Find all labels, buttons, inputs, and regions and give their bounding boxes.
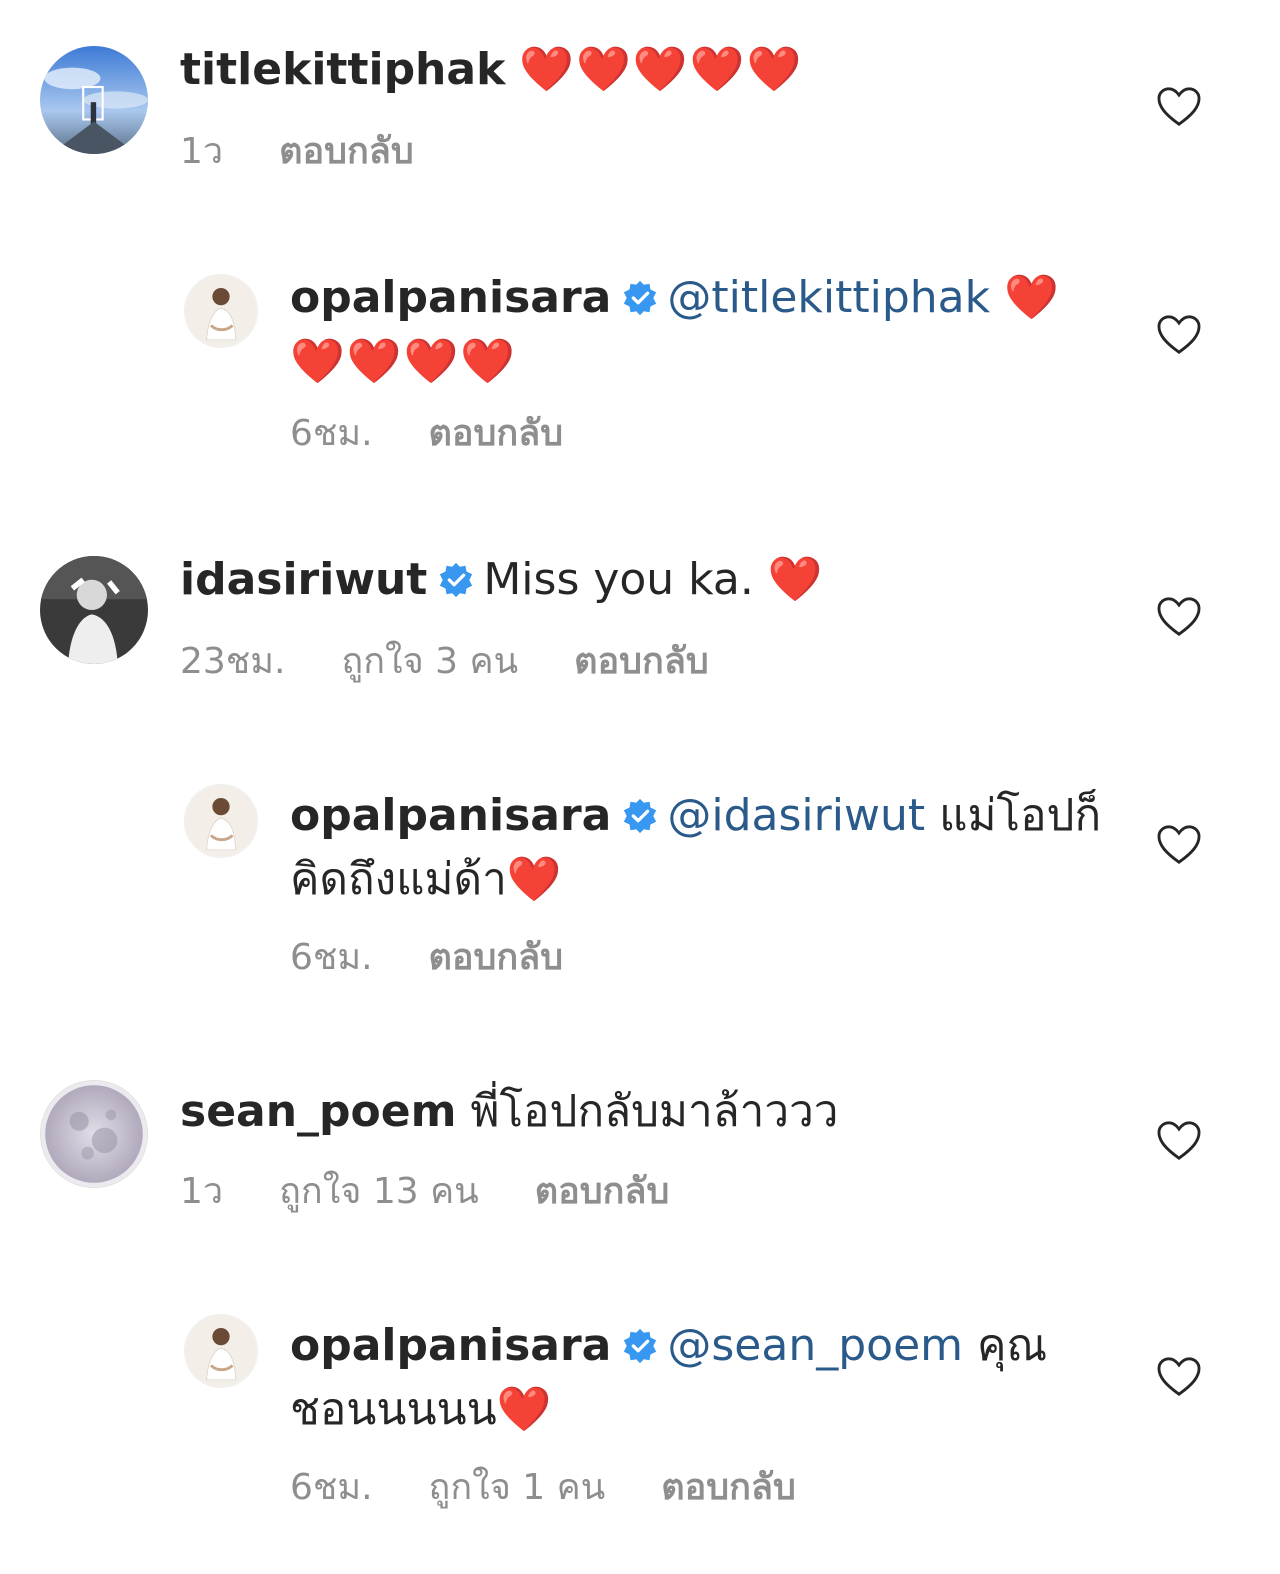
comment-time: 6ชม.	[290, 1467, 373, 1508]
verified-badge-icon	[621, 1327, 659, 1365]
likes-count[interactable]: ถูกใจ 1 คน	[429, 1467, 606, 1508]
comment-text: opalpanisara @sean_poem คุณชอนนนนน❤️	[290, 1314, 1110, 1442]
avatar-photo-image	[185, 1315, 257, 1387]
avatar[interactable]	[184, 1314, 258, 1388]
like-button[interactable]	[1156, 1356, 1202, 1398]
heart-emojis: ❤️	[496, 1384, 554, 1435]
comment-username[interactable]: opalpanisara	[290, 1320, 611, 1371]
comment-meta: 6ชม. ถูกใจ 1 คน ตอบกลับ	[290, 1466, 852, 1510]
reply-button[interactable]: ตอบกลับ	[661, 1467, 796, 1508]
reply-item: opalpanisara @sean_poem คุณชอนนนนน❤️ 6ชม.…	[0, 0, 1280, 1574]
heart-outline-icon	[1157, 1357, 1201, 1396]
mention-link[interactable]: @sean_poem	[667, 1320, 963, 1371]
